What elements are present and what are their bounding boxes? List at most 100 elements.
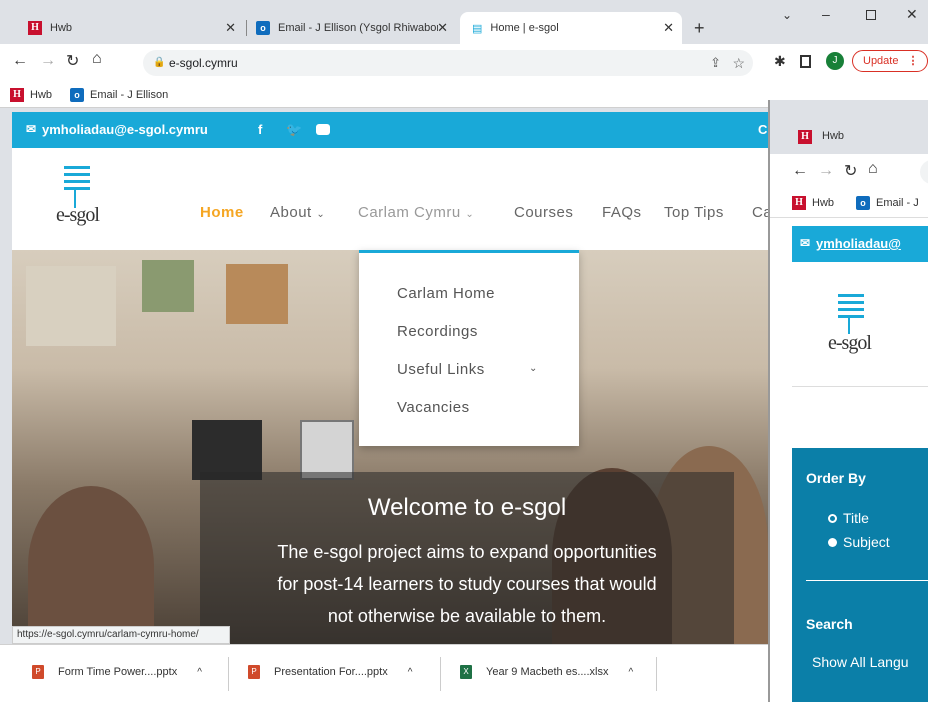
close-icon[interactable]: ✕ (225, 20, 236, 36)
language-select[interactable]: Show All Langu (812, 654, 909, 670)
logo-line (838, 315, 864, 318)
close-window-icon[interactable]: ✕ (906, 6, 918, 23)
new-tab-icon[interactable]: + (694, 18, 705, 39)
window2-bookmarks: H Hwb o Email - J (770, 190, 928, 218)
menu-item-useful-links[interactable]: Useful Links (397, 361, 485, 378)
close-icon[interactable]: ✕ (663, 20, 674, 36)
extensions-icon[interactable]: ✱ (774, 53, 786, 70)
hwb-icon: H (792, 196, 806, 210)
address-bar[interactable] (920, 160, 928, 184)
logo-line (838, 301, 864, 304)
status-url: https://e-sgol.cymru/carlam-cymru-home/ (12, 626, 230, 644)
menu-item-vacancies[interactable]: Vacancies (397, 399, 470, 416)
logo-line (64, 180, 90, 183)
back-icon[interactable]: ← (12, 52, 28, 70)
tab-strip: H Hwb ✕ o Email - J Ellison (Ysgol Rhiwa… (0, 0, 928, 44)
chevron-up-icon[interactable]: ^ (629, 667, 634, 678)
main-navigation: e-sgol Home About ⌄ Carlam Cymru ⌄ Cours… (12, 148, 768, 250)
nav-about[interactable]: About ⌄ (270, 204, 325, 221)
home-icon[interactable]: ⌂ (92, 50, 102, 68)
contact-bar: ✉ ymholiadau@ (792, 226, 928, 262)
radio-icon (828, 513, 837, 523)
monitor (300, 420, 354, 480)
window2-tabbar: H Hwb (770, 100, 928, 154)
twitter-icon[interactable]: 🐦 (286, 122, 302, 138)
profile-avatar[interactable]: J (826, 52, 844, 70)
filter-sidebar: Order By Title Subject Search Show All L… (792, 448, 928, 702)
contact-email[interactable]: ymholiadau@e-sgol.cymru (42, 122, 208, 137)
outlook-icon: o (856, 196, 870, 210)
site-logo[interactable]: e-sgol (54, 164, 114, 234)
download-name: Year 9 Macbeth es....xlsx (486, 666, 609, 678)
carlam-dropdown-menu: Carlam Home Recordings Useful Links ⌄ Va… (359, 250, 579, 446)
tab-title: Hwb (50, 22, 73, 34)
excel-icon: X (460, 665, 472, 679)
nav-top-tips[interactable]: Top Tips (664, 204, 724, 221)
tab-title[interactable]: Hwb (822, 130, 844, 142)
chevron-down-icon[interactable]: ⌄ (782, 8, 792, 22)
logo-text: e-sgol (828, 332, 872, 354)
tab-title: Email - J Ellison (Ysgol Rhiwabon) (278, 22, 438, 34)
radio-label: Title (843, 510, 869, 526)
nav-more[interactable]: Ca (752, 204, 768, 221)
nav-carlam-cymru[interactable]: Carlam Cymru ⌄ (358, 204, 474, 221)
mail-icon: ✉ (800, 236, 811, 250)
radio-icon (828, 537, 837, 547)
bookmark-hwb[interactable]: H Hwb (10, 88, 52, 102)
download-item[interactable]: P Form Time Power....pptx ^ (32, 665, 202, 679)
powerpoint-icon: P (248, 665, 260, 679)
order-subject-radio[interactable]: Subject (828, 534, 890, 550)
maximize-icon[interactable] (866, 10, 876, 20)
url-text: e-sgol.cymru (169, 56, 238, 70)
bookmark-label[interactable]: Hwb (812, 197, 834, 209)
bookmark-email[interactable]: o Email - J Ellison (70, 88, 168, 102)
youtube-icon[interactable] (316, 124, 330, 135)
bookmark-label[interactable]: Email - J (876, 197, 919, 209)
bookmark-label: Email - J Ellison (90, 89, 169, 101)
side-panel-icon[interactable] (800, 55, 811, 68)
forward-icon[interactable]: → (40, 52, 56, 70)
contact-email[interactable]: ymholiadau@ (816, 236, 901, 251)
logo-line (64, 187, 90, 190)
chevron-up-icon[interactable]: ^ (197, 667, 202, 678)
search-heading: Search (806, 616, 853, 632)
home-icon[interactable]: ⌂ (868, 160, 878, 178)
menu-item-recordings[interactable]: Recordings (397, 323, 478, 340)
tab-email[interactable]: o Email - J Ellison (Ysgol Rhiwabon) ✕ (250, 12, 456, 44)
outlook-icon: o (256, 21, 270, 35)
share-icon[interactable]: ⇪ (710, 50, 721, 76)
chevron-down-icon: ⌄ (316, 209, 326, 220)
chevron-down-icon[interactable]: ⌄ (529, 363, 537, 374)
tab-hwb[interactable]: H Hwb ✕ (8, 12, 244, 44)
nav-about-label: About (270, 204, 312, 221)
back-icon[interactable]: ← (792, 162, 808, 180)
tab-home[interactable]: ▤ Home | e-sgol ✕ (460, 12, 682, 44)
chevron-up-icon[interactable]: ^ (408, 667, 413, 678)
lock-icon: 🔒 (153, 57, 166, 68)
monitor (192, 420, 262, 480)
divider (656, 657, 657, 691)
hero-caption: Welcome to e-sgol The e-sgol project aim… (200, 472, 734, 644)
close-icon[interactable]: ✕ (437, 20, 448, 36)
site-logo[interactable]: e-sgol (826, 292, 886, 372)
facebook-icon[interactable]: f (258, 122, 262, 137)
update-button[interactable]: Update ⋮ (852, 50, 928, 72)
forward-icon[interactable]: → (818, 162, 834, 180)
nav-home[interactable]: Home (200, 204, 244, 221)
star-icon[interactable]: ☆ (732, 50, 745, 76)
address-bar[interactable]: 🔒 e-sgol.cymru ⇪ ☆ (143, 50, 753, 76)
reload-icon[interactable]: ↻ (66, 51, 79, 71)
tab-divider (246, 20, 247, 36)
order-title-radio[interactable]: Title (828, 510, 869, 526)
menu-item-carlam-home[interactable]: Carlam Home (397, 285, 495, 302)
nav-faqs[interactable]: FAQs (602, 204, 642, 221)
minimize-icon[interactable]: – (822, 6, 830, 22)
logo-line (64, 166, 90, 169)
nav-courses[interactable]: Courses (514, 204, 573, 221)
download-item[interactable]: P Presentation For....pptx ^ (248, 665, 412, 679)
menu-icon: ⋮ (907, 55, 919, 67)
tab-title: Home | e-sgol (490, 22, 559, 34)
reload-icon[interactable]: ↻ (844, 161, 857, 181)
download-item[interactable]: X Year 9 Macbeth es....xlsx ^ (460, 665, 633, 679)
divider (792, 386, 928, 387)
